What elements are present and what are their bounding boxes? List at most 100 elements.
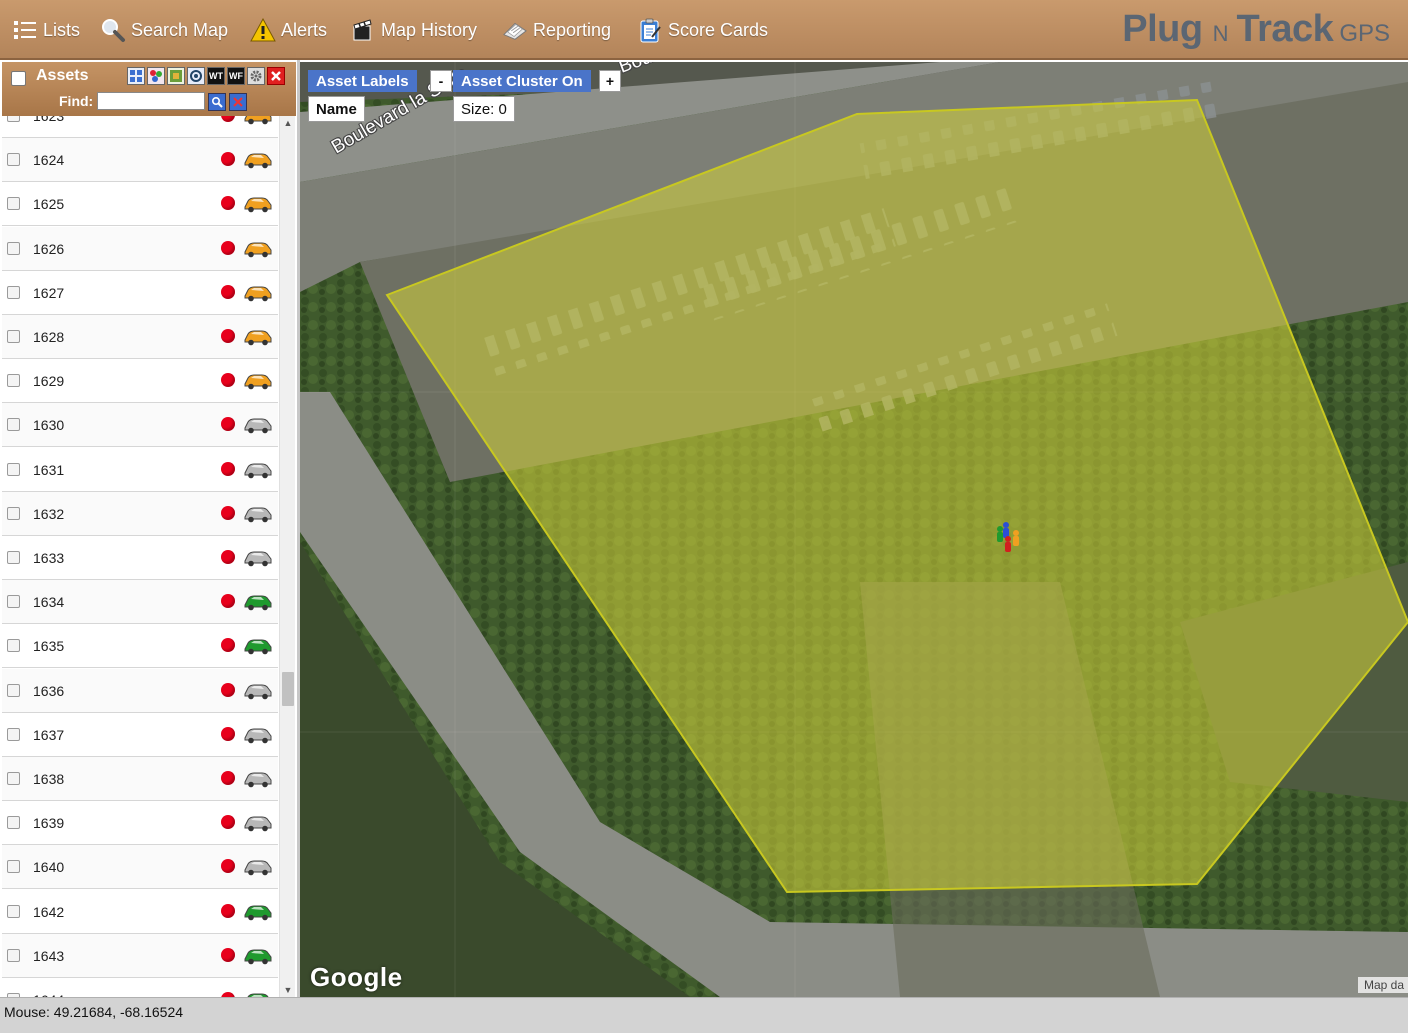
- nav-reporting-label: Reporting: [533, 19, 612, 40]
- scroll-up-arrow-icon[interactable]: ▲: [283, 118, 293, 128]
- settings-icon[interactable]: [247, 67, 265, 85]
- status-dot-icon: [221, 152, 235, 167]
- asset-row[interactable]: 1638: [2, 757, 278, 801]
- asset-row[interactable]: 1635: [2, 624, 278, 669]
- wt-tool-button[interactable]: WT: [207, 67, 225, 85]
- status-dot-icon: [221, 638, 235, 653]
- asset-row[interactable]: 1628: [2, 315, 278, 359]
- asset-row[interactable]: 1636: [2, 668, 278, 713]
- vehicle-icon: [242, 194, 274, 214]
- status-dot-icon: [221, 947, 235, 962]
- find-clear-icon[interactable]: [229, 93, 247, 111]
- nav-reporting[interactable]: Reporting: [502, 14, 611, 46]
- asset-checkbox[interactable]: [7, 595, 20, 609]
- vehicle-icon: [242, 504, 274, 524]
- nav-lists-label: Lists: [43, 19, 81, 40]
- asset-row[interactable]: 1627: [2, 270, 278, 315]
- asset-id: 1636: [33, 682, 65, 699]
- satellite-map[interactable]: Boulevard la Salle Boule Asset Labels Na…: [300, 62, 1408, 997]
- wf-tool-button[interactable]: WF: [227, 67, 245, 85]
- asset-checkbox[interactable]: [7, 904, 20, 918]
- scroll-down-arrow-icon[interactable]: ▼: [283, 985, 293, 995]
- asset-row[interactable]: 1623: [2, 116, 278, 138]
- vehicle-icon: [242, 460, 274, 480]
- asset-checkbox[interactable]: [7, 683, 20, 697]
- asset-checkbox[interactable]: [7, 639, 20, 653]
- brand-logo: Plug N Track GPS: [1122, 8, 1390, 52]
- brand-part-gps: GPS: [1339, 20, 1390, 47]
- vehicle-icon: [242, 415, 274, 435]
- status-dot-icon: [221, 373, 235, 388]
- nav-search-map-label: Search Map: [131, 19, 229, 40]
- find-search-icon[interactable]: [208, 93, 226, 111]
- asset-checkbox[interactable]: [7, 197, 20, 211]
- asset-row[interactable]: 1642: [2, 889, 278, 934]
- find-label: Find:: [59, 93, 94, 109]
- assets-toolbar: WT WF: [127, 67, 285, 85]
- asset-row[interactable]: 1625: [2, 182, 278, 227]
- cluster-size-decrease-button[interactable]: -: [430, 70, 452, 92]
- asset-checkbox[interactable]: [7, 374, 20, 388]
- nav-score-cards[interactable]: Score Cards: [637, 14, 768, 46]
- asset-checkbox[interactable]: [7, 860, 20, 874]
- asset-row[interactable]: 1632: [2, 491, 278, 536]
- asset-checkbox[interactable]: [7, 330, 20, 343]
- list-icon: [12, 17, 38, 43]
- cluster-icon[interactable]: [147, 67, 165, 85]
- asset-checkbox[interactable]: [7, 506, 20, 520]
- asset-cluster-toggle[interactable]: Asset Cluster On: [453, 70, 591, 92]
- asset-list-scrollbar[interactable]: ▲ ▼: [279, 116, 295, 997]
- vehicle-icon: [242, 327, 274, 347]
- cluster-size-increase-button[interactable]: +: [599, 70, 621, 92]
- nav-map-history-label: Map History: [381, 19, 478, 40]
- asset-checkbox[interactable]: [7, 948, 20, 962]
- vehicle-icon: [242, 548, 274, 568]
- nav-lists[interactable]: Lists: [12, 14, 80, 46]
- label-mode-select[interactable]: Name: [308, 96, 365, 122]
- asset-checkbox[interactable]: [7, 816, 20, 830]
- asset-row[interactable]: 1637: [2, 712, 278, 757]
- asset-row[interactable]: 1639: [2, 801, 278, 846]
- asset-checkbox[interactable]: [7, 241, 20, 255]
- asset-id: 1627: [33, 284, 65, 301]
- asset-checkbox[interactable]: [7, 772, 20, 785]
- select-all-assets-checkbox[interactable]: [11, 71, 26, 86]
- asset-checkbox[interactable]: [7, 727, 20, 741]
- asset-row[interactable]: 1644: [2, 978, 278, 997]
- warning-icon: [250, 17, 276, 43]
- nav-alerts[interactable]: Alerts: [250, 14, 327, 46]
- assets-panel-title: Assets: [36, 67, 89, 84]
- asset-row[interactable]: 1640: [2, 845, 278, 890]
- scroll-thumb[interactable]: [282, 672, 294, 706]
- asset-row[interactable]: 1629: [2, 359, 278, 404]
- status-dot-icon: [221, 196, 235, 211]
- asset-row[interactable]: 1631: [2, 447, 278, 492]
- asset-checkbox[interactable]: [7, 285, 20, 299]
- vehicle-icon: [242, 902, 274, 922]
- asset-row[interactable]: 1643: [2, 933, 278, 978]
- asset-row[interactable]: 1634: [2, 580, 278, 625]
- asset-row[interactable]: 1630: [2, 403, 278, 448]
- map-data-attribution[interactable]: Map da: [1357, 977, 1408, 993]
- asset-id: 1633: [33, 550, 65, 566]
- asset-row[interactable]: 1633: [2, 536, 278, 580]
- asset-checkbox[interactable]: [7, 462, 20, 476]
- nav-map-history[interactable]: Map History: [350, 14, 477, 46]
- asset-labels-toggle[interactable]: Asset Labels: [308, 70, 417, 92]
- asset-checkbox[interactable]: [7, 116, 20, 122]
- asset-checkbox[interactable]: [7, 153, 20, 167]
- layers-icon[interactable]: [167, 67, 185, 85]
- find-input[interactable]: [97, 92, 205, 110]
- vehicle-icon: [242, 283, 274, 303]
- target-icon[interactable]: [187, 67, 205, 85]
- asset-checkbox[interactable]: [7, 418, 20, 432]
- asset-row[interactable]: 1626: [2, 226, 278, 271]
- asset-checkbox[interactable]: [7, 551, 20, 564]
- vehicle-icon: [242, 946, 274, 966]
- asset-id: 1640: [33, 859, 65, 876]
- asset-row[interactable]: 1624: [2, 138, 278, 183]
- grid-view-icon[interactable]: [127, 67, 145, 85]
- status-dot-icon: [221, 815, 235, 830]
- close-icon[interactable]: [267, 67, 285, 85]
- nav-search-map[interactable]: Search Map: [100, 14, 228, 46]
